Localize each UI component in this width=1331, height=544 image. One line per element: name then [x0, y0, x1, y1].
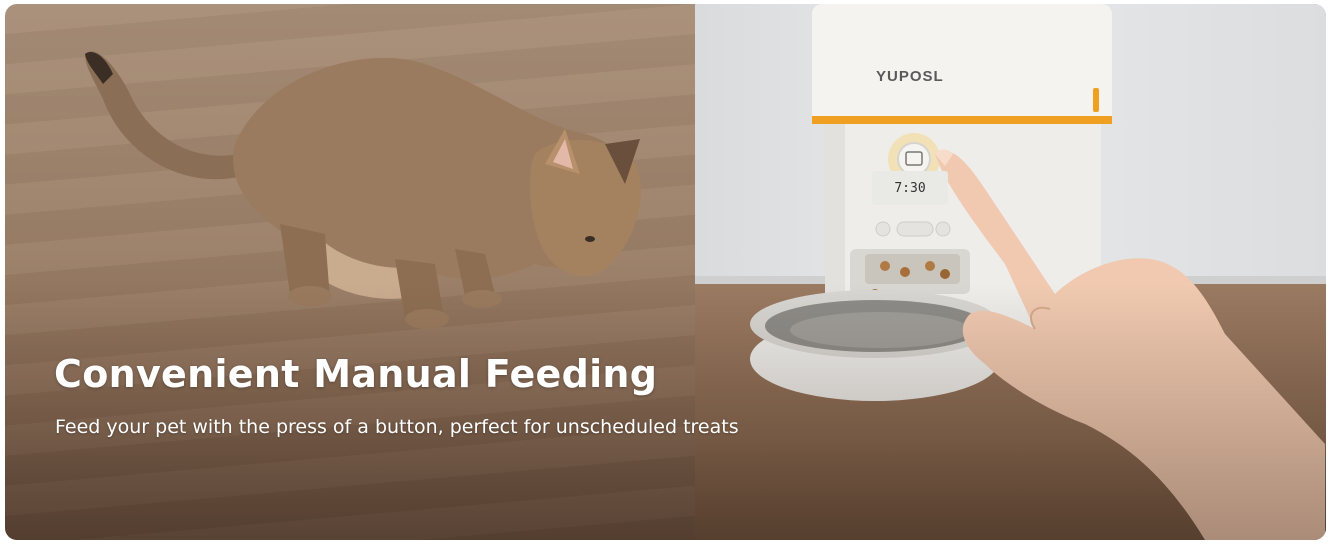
floor-shadow	[5, 284, 1326, 540]
banner-headline: Convenient Manual Feeding	[54, 352, 658, 396]
banner-subheadline: Feed your pet with the press of a button…	[55, 416, 739, 438]
feeder-display: 7:30	[872, 171, 948, 205]
product-brand-label: YUPOSL	[876, 68, 944, 85]
product-banner	[5, 4, 1326, 540]
